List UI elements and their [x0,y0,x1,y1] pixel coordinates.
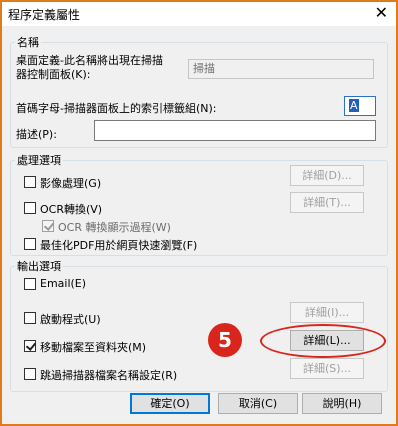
move-to-folder-label: 移動檔案至資料夾(M) [40,341,147,354]
move-to-folder-checkbox[interactable] [24,340,36,352]
display-name-field[interactable]: 掃描 [188,59,374,79]
image-processing-label: 影像處理(G) [40,177,102,190]
index-field[interactable]: A [344,96,376,116]
output-group-legend: 輸出選項 [17,260,61,273]
close-icon[interactable]: ✕ [375,4,388,22]
dialog-title: 程序定義屬性 [8,8,81,22]
ocr-label: OCR轉換(V) [40,203,103,216]
dialog-window: 程序定義屬性 ✕ 名稱 桌面定義-此名稱將出現在掃描 器控制面板(K): 掃描 … [0,0,398,426]
index-value: A [349,99,359,112]
help-button[interactable]: 說明(H) [302,393,382,414]
step-number-badge: 5 [208,323,242,357]
launch-program-details-button[interactable]: 詳細(I)... [290,302,364,323]
name-group-legend: 名稱 [17,36,39,49]
optimize-pdf-checkbox[interactable] [24,238,36,250]
description-label: 描述(P): [16,128,57,141]
highlight-ellipse [260,324,386,358]
description-field[interactable] [94,120,376,141]
image-processing-details-button[interactable]: 詳細(D)... [290,165,364,186]
cancel-button[interactable]: 取消(C) [218,393,298,414]
title-bar[interactable]: 程序定義屬性 ✕ [2,2,396,26]
skip-naming-details-button[interactable]: 詳細(S)... [290,358,364,379]
optimize-pdf-label: 最佳化PDF用於網頁快速瀏覽(F) [40,239,198,252]
processing-group-legend: 處理選項 [17,154,61,167]
ok-button[interactable]: 確定(O) [130,393,210,414]
skip-naming-checkbox[interactable] [24,368,36,380]
ocr-checkbox[interactable] [24,202,36,214]
display-name-label-line2: 器控制面板(K): [16,68,91,81]
index-label: 首碼字母-掃描器面板上的索引標籤組(N): [16,102,217,115]
email-label: Email(E) [40,277,87,290]
email-checkbox[interactable] [24,278,36,290]
image-processing-checkbox[interactable] [24,176,36,188]
launch-program-checkbox[interactable] [24,312,36,324]
ocr-show-progress-label: OCR 轉換顯示過程(W) [58,221,171,234]
ocr-show-progress-checkbox[interactable] [42,220,54,232]
skip-naming-label: 跳過掃描器檔案名稱設定(R) [40,369,178,382]
ocr-details-button[interactable]: 詳細(T)... [290,192,364,213]
launch-program-label: 啟動程式(U) [40,313,101,326]
